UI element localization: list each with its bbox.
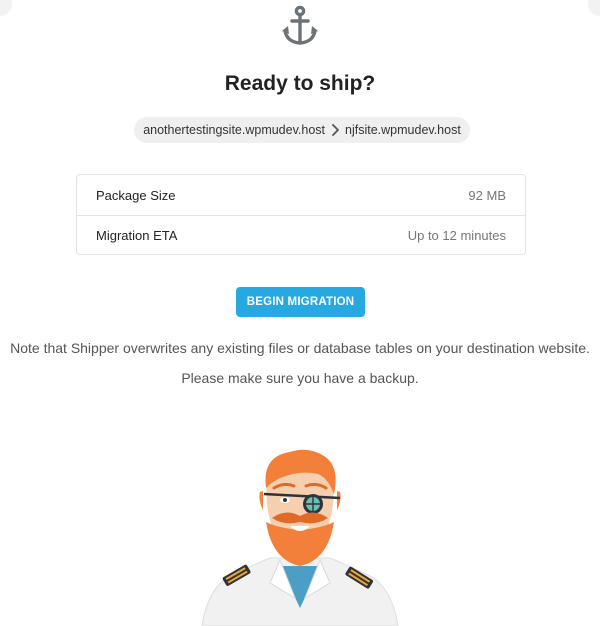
- anchor-icon: [282, 5, 318, 45]
- summary-value: Up to 12 minutes: [407, 228, 506, 243]
- migration-summary-table: Package Size 92 MB Migration ETA Up to 1…: [76, 174, 526, 255]
- summary-row-migration-eta: Migration ETA Up to 12 minutes: [77, 215, 525, 255]
- begin-migration-button[interactable]: BEGIN MIGRATION: [236, 287, 365, 317]
- summary-label: Migration ETA: [96, 228, 178, 243]
- corner-decoration: [0, 0, 12, 16]
- migration-route-pill: anothertestingsite.wpmudev.host njfsite.…: [134, 117, 470, 143]
- backup-reminder-text: Please make sure you have a backup.: [181, 370, 419, 386]
- summary-row-package-size: Package Size 92 MB: [77, 175, 525, 215]
- chevron-right-icon: [332, 124, 339, 136]
- destination-site-label: njfsite.wpmudev.host: [345, 123, 461, 137]
- migration-ready-panel: Ready to ship? anothertestingsite.wpmude…: [0, 0, 600, 626]
- overwrite-warning-text: Note that Shipper overwrites any existin…: [10, 340, 590, 356]
- corner-decoration: [588, 0, 600, 16]
- summary-label: Package Size: [96, 187, 176, 203]
- source-site-label: anothertestingsite.wpmudev.host: [143, 123, 326, 137]
- captain-mascot-illustration: [201, 449, 399, 626]
- page-title: Ready to ship?: [224, 72, 376, 95]
- summary-value: 92 MB: [468, 187, 506, 203]
